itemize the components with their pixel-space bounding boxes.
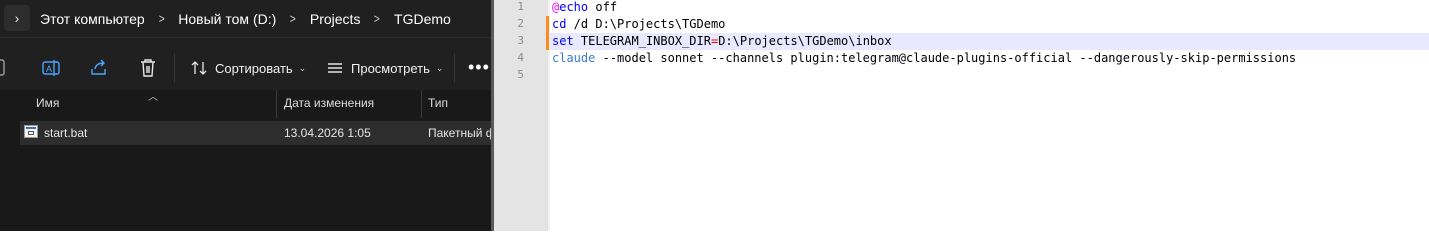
- code-token: cd: [552, 17, 567, 31]
- file-name: start.bat: [44, 126, 88, 140]
- line-number: 1: [517, 0, 524, 13]
- code-token: claude: [552, 51, 596, 65]
- breadcrumb-drive-d[interactable]: Новый том (D:): [178, 11, 276, 27]
- view-button-label: Просмотреть: [351, 60, 430, 76]
- code-line[interactable]: 5: [494, 67, 1429, 84]
- breadcrumb-tgdemo[interactable]: TGDemo: [394, 11, 451, 27]
- code-line[interactable]: 4 claude --model sonnet --channels plugin…: [494, 50, 1429, 67]
- code-line[interactable]: 3 set TELEGRAM_INBOX_DIR=D:\Projects\TGDe…: [494, 33, 1429, 50]
- sort-button-label: Сортировать: [215, 60, 293, 76]
- column-header-date[interactable]: Дата изменения: [284, 96, 374, 110]
- file-row[interactable]: start.bat 13.04.2026 1:05 Пакетный ф: [20, 121, 491, 145]
- batch-file-icon: [24, 125, 38, 138]
- chevron-right-icon[interactable]: ›: [4, 5, 30, 31]
- delete-icon[interactable]: [137, 57, 159, 79]
- sort-icon: [191, 61, 207, 75]
- chevron-right-icon[interactable]: >: [290, 11, 296, 26]
- column-header-type[interactable]: Тип: [428, 96, 448, 110]
- file-date: 13.04.2026 1:05: [284, 126, 371, 140]
- line-number: 4: [517, 51, 524, 64]
- share-icon[interactable]: [88, 57, 110, 79]
- line-number: 5: [517, 68, 524, 81]
- sort-button[interactable]: Сортировать ⌄: [190, 56, 306, 80]
- column-divider[interactable]: [276, 90, 277, 118]
- code-token: off: [588, 0, 618, 14]
- chevron-right-icon[interactable]: >: [374, 11, 380, 26]
- code-token: set: [552, 34, 574, 48]
- chevron-down-icon: ⌄: [435, 62, 444, 73]
- view-icon: [328, 63, 342, 73]
- address-bar[interactable]: › Этот компьютер > Новый том (D:) > Proj…: [0, 0, 491, 37]
- rename-icon[interactable]: A: [40, 57, 62, 79]
- code-line[interactable]: 2 cd /d D:\Projects\TGDemo: [494, 16, 1429, 33]
- code-token: /d D:\Projects\TGDemo: [566, 17, 726, 31]
- change-marker: [546, 33, 549, 50]
- code-editor[interactable]: 1 @echo off 2 cd /d D:\Projects\TGDemo 3 set …: [494, 0, 1429, 231]
- line-number: 2: [517, 17, 524, 30]
- code-text: claude --model sonnet --channels plugin:…: [552, 50, 1296, 67]
- code-token: TELEGRAM_INBOX_DIR: [573, 34, 711, 48]
- code-token: --model sonnet --channels plugin:telegra…: [595, 51, 1297, 65]
- code-text: set TELEGRAM_INBOX_DIR=D:\Projects\TGDem…: [552, 33, 892, 50]
- command-bar: A Сортировать ⌄ Просмотреть ⌄ •••: [0, 37, 491, 97]
- toolbar-divider: [174, 54, 175, 82]
- toolbar-divider: [454, 54, 455, 82]
- code-line[interactable]: 1 @echo off: [494, 0, 1429, 16]
- line-number: 3: [517, 34, 524, 47]
- column-headers: ︿ Имя Дата изменения Тип: [0, 90, 491, 118]
- change-marker: [546, 16, 549, 33]
- svg-text:A: A: [46, 64, 52, 74]
- chevron-down-icon: ⌄: [298, 62, 307, 73]
- sort-ascending-icon: ︿: [148, 92, 158, 103]
- chevron-right-icon[interactable]: >: [158, 11, 164, 26]
- breadcrumb-this-pc[interactable]: Этот компьютер: [40, 11, 145, 27]
- breadcrumb-projects[interactable]: Projects: [310, 11, 361, 27]
- column-header-name[interactable]: Имя: [36, 96, 59, 110]
- more-options-icon[interactable]: •••: [468, 58, 490, 76]
- view-button[interactable]: Просмотреть ⌄: [326, 56, 443, 80]
- breadcrumb: Этот компьютер > Новый том (D:) > Projec…: [40, 0, 451, 37]
- code-token: D:\Projects\TGDemo\inbox: [718, 34, 892, 48]
- copy-icon[interactable]: [0, 57, 10, 79]
- file-type: Пакетный ф: [428, 126, 491, 140]
- file-explorer-window: › Этот компьютер > Новый том (D:) > Proj…: [0, 0, 491, 231]
- code-text: @echo off: [552, 0, 617, 16]
- code-text: cd /d D:\Projects\TGDemo: [552, 16, 725, 33]
- code-token: echo: [559, 0, 589, 14]
- column-divider[interactable]: [421, 90, 422, 118]
